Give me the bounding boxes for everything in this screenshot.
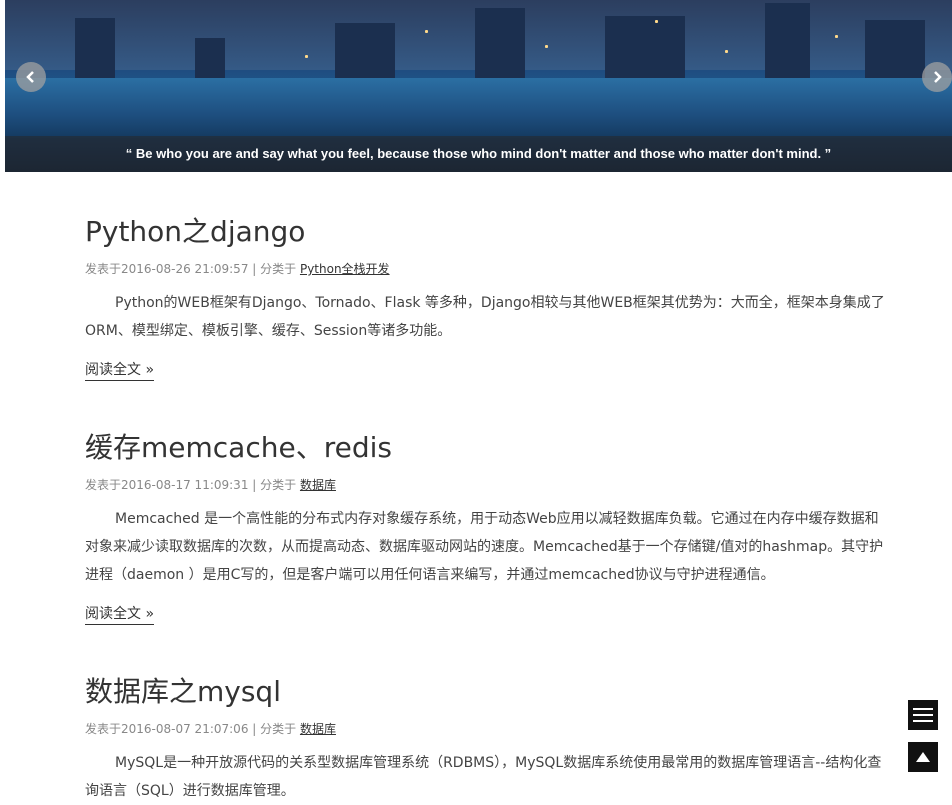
post-date: 发表于2016-08-07 21:07:06 | 分类于 [85, 722, 297, 736]
banner-building [195, 38, 225, 78]
banner-water [5, 78, 952, 138]
back-to-top-button[interactable] [908, 742, 938, 772]
sidebar-toggle-button[interactable] [908, 700, 938, 730]
banner-building [605, 16, 685, 78]
post-category-link[interactable]: Python全栈开发 [300, 262, 390, 276]
banner-building [765, 3, 810, 78]
post-date: 发表于2016-08-26 21:09:57 | 分类于 [85, 262, 297, 276]
post-item: Python之django 发表于2016-08-26 21:09:57 | 分… [85, 210, 890, 381]
chevron-right-icon [934, 71, 942, 83]
read-more-link[interactable]: 阅读全文 » [85, 603, 155, 625]
city-light [725, 50, 728, 53]
post-date: 发表于2016-08-17 11:09:31 | 分类于 [85, 478, 297, 492]
back-to-top-icon [916, 752, 930, 762]
post-meta: 发表于2016-08-17 11:09:31 | 分类于 数据库 [85, 476, 890, 493]
post-title-link[interactable]: 缓存memcache、redis [85, 431, 392, 464]
post-excerpt: MySQL是一种开放源代码的关系型数据库管理系统（RDBMS），MySQL数据库… [85, 755, 882, 799]
post-excerpt: Memcached 是一个高性能的分布式内存对象缓存系统，用于动态Web应用以减… [85, 511, 884, 583]
post-item: 数据库之mysql 发表于2016-08-07 21:07:06 | 分类于 数… [85, 670, 890, 805]
post-category-link[interactable]: 数据库 [300, 722, 336, 736]
banner-building [75, 18, 115, 78]
post-meta: 发表于2016-08-26 21:09:57 | 分类于 Python全栈开发 [85, 260, 890, 277]
read-more-link[interactable]: 阅读全文 » [85, 359, 155, 381]
city-light [835, 35, 838, 38]
banner-building [865, 20, 925, 78]
carousel-prev-button[interactable] [16, 62, 46, 92]
post-meta: 发表于2016-08-07 21:07:06 | 分类于 数据库 [85, 720, 890, 737]
city-light [425, 30, 428, 33]
post-title-link[interactable]: 数据库之mysql [85, 675, 281, 708]
hero-banner: “ Be who you are and say what you feel, … [5, 0, 952, 172]
banner-caption: “ Be who you are and say what you feel, … [5, 136, 952, 172]
menu-icon [913, 708, 933, 722]
banner-building [335, 23, 395, 78]
post-title-link[interactable]: Python之django [85, 215, 305, 248]
post-item: 缓存memcache、redis 发表于2016-08-17 11:09:31 … [85, 426, 890, 625]
city-light [305, 55, 308, 58]
city-light [545, 45, 548, 48]
post-category-link[interactable]: 数据库 [300, 478, 336, 492]
post-excerpt: Python的WEB框架有Django、Tornado、Flask 等多种，Dj… [85, 295, 885, 339]
city-light [655, 20, 658, 23]
carousel-next-button[interactable] [922, 62, 952, 92]
chevron-left-icon [26, 71, 34, 83]
banner-building [475, 8, 525, 78]
